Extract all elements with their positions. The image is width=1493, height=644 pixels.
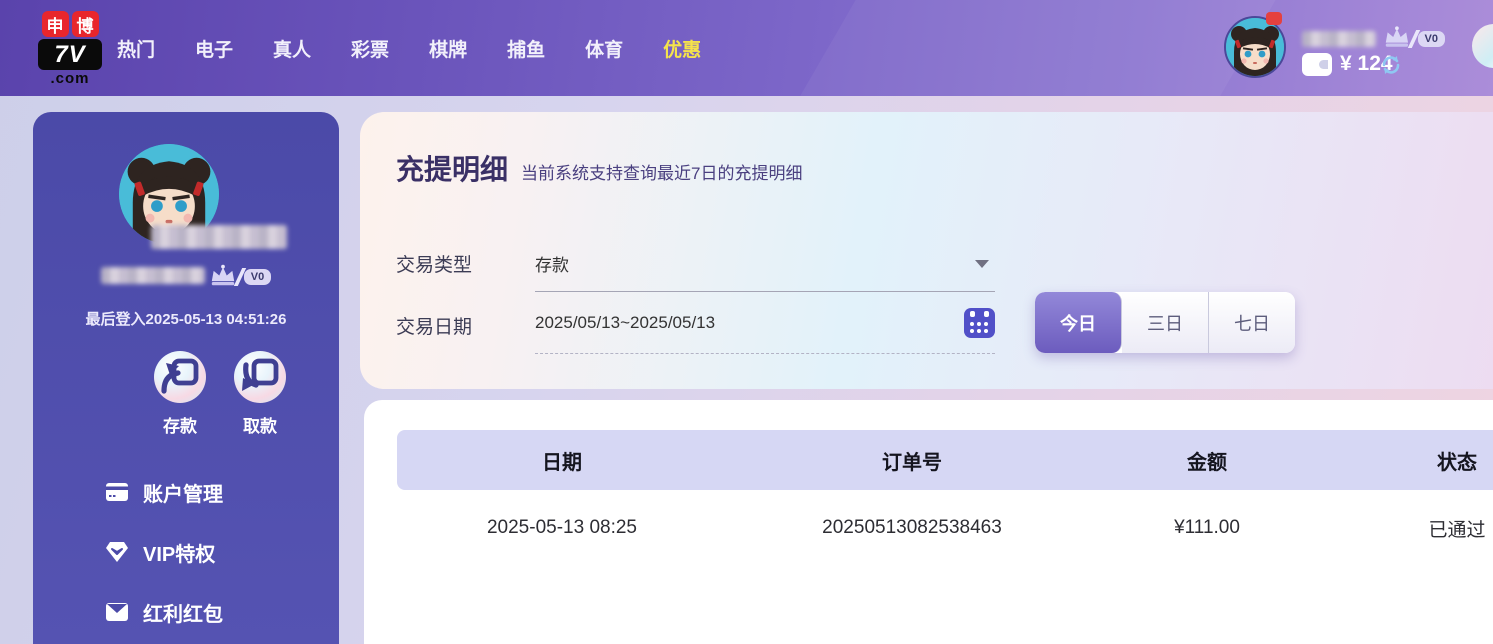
main-nav: 热门 电子 真人 彩票 棋牌 捕鱼 体育 优惠 <box>117 0 701 96</box>
sidebar-vip-badge: V0 <box>244 269 271 285</box>
logo-seal-left: 申 <box>42 11 69 37</box>
card-icon <box>105 482 129 502</box>
top-navbar: 申 博 7V .com 热门 电子 真人 彩票 棋牌 捕鱼 体育 优惠 <box>0 0 1493 96</box>
sidebar-vip-indicator: V0 <box>209 264 271 287</box>
avatar-censor-blur <box>151 225 287 249</box>
sidebar-item-label: 账户管理 <box>143 478 223 507</box>
crown-icon <box>1383 25 1411 49</box>
nav-item-hot[interactable]: 热门 <box>117 35 155 62</box>
nav-item-live[interactable]: 真人 <box>273 35 311 62</box>
envelope-icon <box>105 602 129 622</box>
range-button-7days[interactable]: 七日 <box>1209 292 1295 353</box>
avatar-illustration <box>1226 18 1284 76</box>
date-field-underline <box>535 353 995 354</box>
page-title: 充提明细 <box>396 148 508 188</box>
deposit-arrow-icon <box>154 351 206 403</box>
gem-icon <box>105 541 129 563</box>
deposit-label: 存款 <box>154 412 206 437</box>
logo-seal-right: 博 <box>72 11 99 37</box>
navbar-sheen <box>763 0 1298 96</box>
page: 申 博 7V .com 热门 电子 真人 彩票 棋牌 捕鱼 体育 优惠 <box>0 0 1493 644</box>
col-header-status: 状态 <box>1317 446 1493 475</box>
nav-item-fishing[interactable]: 捕鱼 <box>507 35 545 62</box>
chevron-down-icon[interactable] <box>975 260 989 268</box>
vip-badge: V0 <box>1418 31 1445 47</box>
vip-level-indicator: V0 <box>1383 19 1445 49</box>
table-header-row: 日期 订单号 金额 状态 <box>397 430 1493 490</box>
nav-item-promo[interactable]: 优惠 <box>663 35 701 62</box>
last-login-text: 最后登入2025-05-13 04:51:26 <box>33 308 339 329</box>
logo-com: .com <box>34 71 106 86</box>
wallet-icon <box>1302 53 1332 76</box>
withdraw-label: 取款 <box>234 412 286 437</box>
notification-badge <box>1266 12 1282 25</box>
floating-service-button[interactable] <box>1472 24 1493 68</box>
transaction-date-input[interactable]: 2025/05/13~2025/05/13 <box>535 313 715 333</box>
nav-item-sports[interactable]: 体育 <box>585 35 623 62</box>
brand-logo[interactable]: 申 博 7V .com <box>34 11 106 86</box>
nav-item-lottery[interactable]: 彩票 <box>351 35 389 62</box>
filter-panel: 充提明细 当前系统支持查询最近7日的充提明细 交易类型 存款 交易日期 2025… <box>360 112 1493 389</box>
col-header-amount: 金额 <box>1097 446 1317 475</box>
range-button-3days[interactable]: 三日 <box>1122 292 1209 353</box>
sidebar-item-label: 红利红包 <box>143 598 223 627</box>
cell-amount: ¥111.00 <box>1097 517 1317 539</box>
cell-order: 20250513082538463 <box>727 517 1097 539</box>
user-avatar[interactable] <box>1224 16 1286 78</box>
nav-item-cards[interactable]: 棋牌 <box>429 35 467 62</box>
records-table: 日期 订单号 金额 状态 2025-05-13 08:25 2025051308… <box>397 430 1493 566</box>
sidebar-item-account[interactable]: 账户管理 <box>105 477 325 507</box>
transaction-type-select[interactable]: 存款 <box>535 251 569 276</box>
col-header-date: 日期 <box>397 446 727 475</box>
records-panel: 日期 订单号 金额 状态 2025-05-13 08:25 2025051308… <box>364 400 1493 644</box>
transaction-type-label: 交易类型 <box>396 250 472 277</box>
sidebar: V0 最后登入2025-05-13 04:51:26 存款 取款 <box>33 112 339 644</box>
deposit-button[interactable] <box>154 351 206 403</box>
sidebar-item-bonus[interactable]: 红利红包 <box>105 597 325 627</box>
range-button-today[interactable]: 今日 <box>1035 292 1122 353</box>
sidebar-username-blurred <box>101 267 205 284</box>
col-header-order: 订单号 <box>727 446 1097 475</box>
sidebar-item-label: VIP特权 <box>143 538 215 567</box>
page-subtitle: 当前系统支持查询最近7日的充提明细 <box>521 159 802 184</box>
username-blurred <box>1302 31 1376 47</box>
cell-status: 已通过 <box>1317 515 1493 542</box>
table-row: 2025-05-13 08:25 20250513082538463 ¥111.… <box>397 490 1493 566</box>
sidebar-user-row: V0 <box>33 264 339 287</box>
cell-date: 2025-05-13 08:25 <box>397 517 727 539</box>
date-range-segmented-control: 今日 三日 七日 <box>1035 292 1295 353</box>
crown-icon <box>209 264 237 287</box>
calendar-icon[interactable] <box>964 308 995 338</box>
transaction-date-label: 交易日期 <box>396 312 472 339</box>
sidebar-item-vip[interactable]: VIP特权 <box>105 537 325 567</box>
refresh-balance-icon[interactable] <box>1380 54 1402 76</box>
withdraw-arrow-icon <box>234 351 286 403</box>
withdraw-button[interactable] <box>234 351 286 403</box>
nav-item-slots[interactable]: 电子 <box>195 35 233 62</box>
type-field-underline <box>535 291 995 292</box>
logo-7v: 7V <box>38 39 102 70</box>
